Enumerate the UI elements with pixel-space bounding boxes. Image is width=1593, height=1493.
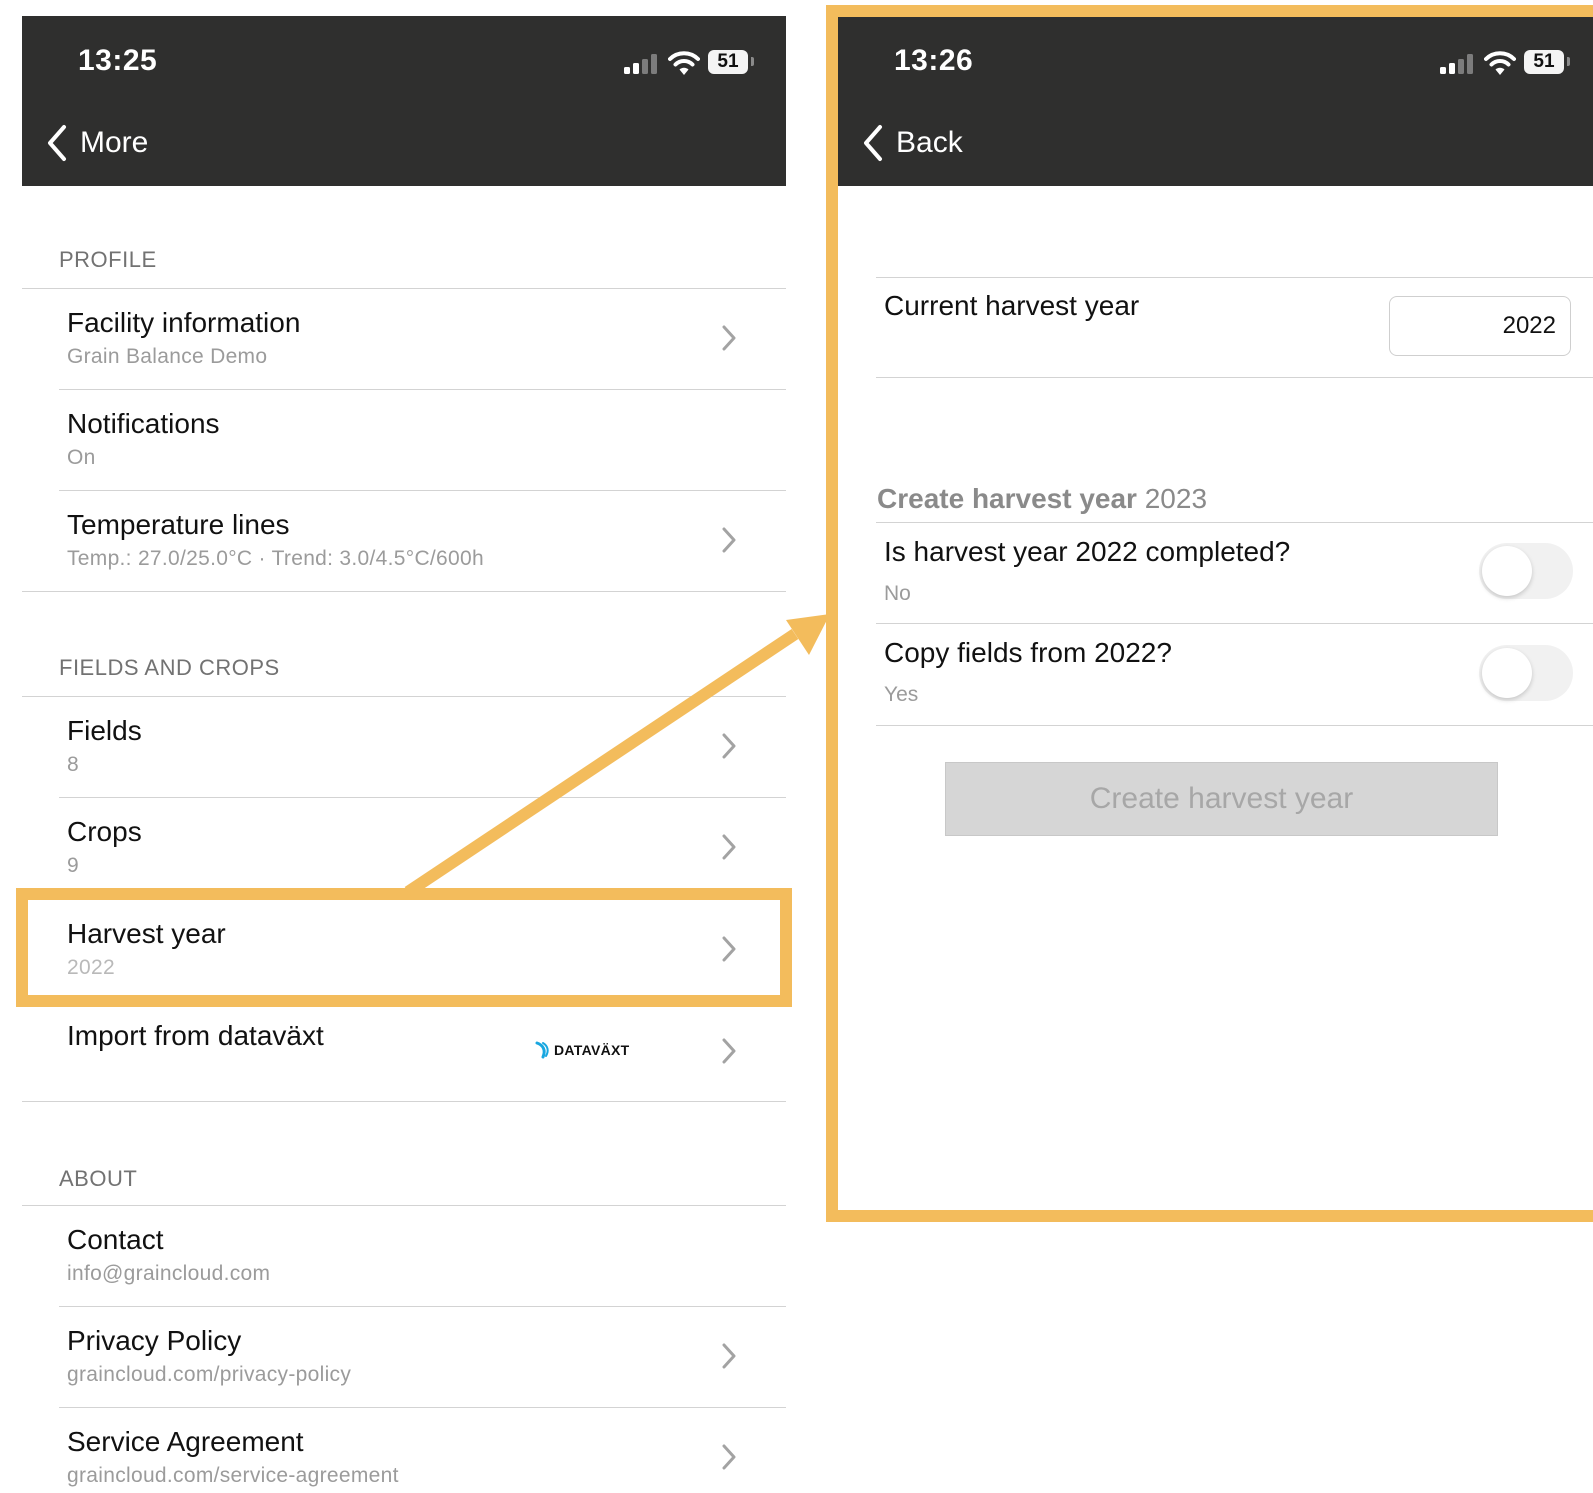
highlight-harvest-year: [16, 888, 792, 1007]
status-icons: 51: [624, 48, 756, 78]
row-privacy-policy[interactable]: Privacy Policy graincloud.com/privacy-po…: [22, 1307, 785, 1407]
row-title: Crops: [67, 816, 142, 847]
row-subtitle: graincloud.com/privacy-policy: [67, 1363, 352, 1386]
divider: [22, 1101, 786, 1102]
row-title: Import from dataväxt: [67, 1020, 324, 1051]
row-title: Facility information: [67, 307, 301, 338]
section-header-fields-and-crops: FIELDS AND CROPS: [59, 655, 280, 680]
divider: [22, 591, 786, 592]
chevron-right-icon: [722, 1343, 736, 1369]
section-header-profile: PROFILE: [59, 247, 157, 272]
row-import-datavaxt[interactable]: Import from dataväxt DATAVÄXT: [22, 1002, 785, 1102]
row-service-agreement[interactable]: Service Agreement graincloud.com/service…: [22, 1408, 785, 1493]
row-title: Service Agreement: [67, 1426, 304, 1457]
back-button[interactable]: More: [46, 121, 148, 165]
battery-cap: [751, 57, 754, 66]
chevron-left-icon: [48, 125, 66, 161]
row-contact[interactable]: Contact info@graincloud.com: [22, 1206, 785, 1306]
status-time: 13:25: [78, 44, 158, 77]
row-subtitle: graincloud.com/service-agreement: [67, 1464, 399, 1487]
row-subtitle: Grain Balance Demo: [67, 345, 268, 368]
row-title: Fields: [67, 715, 142, 746]
chevron-right-icon: [722, 325, 736, 351]
row-title: Contact: [67, 1224, 164, 1255]
highlight-arrow: [404, 614, 830, 897]
datavaxt-logo-text: DATAVÄXT: [554, 1042, 630, 1058]
signal-icon: [624, 54, 660, 74]
row-subtitle: On: [67, 446, 96, 469]
row-title: Notifications: [67, 408, 220, 439]
row-title: Temperature lines: [67, 509, 290, 540]
section-header-about: ABOUT: [59, 1166, 138, 1191]
row-subtitle: Temp.: 27.0/25.0°C · Trend: 3.0/4.5°C/60…: [67, 547, 484, 570]
row-subtitle: info@graincloud.com: [67, 1262, 271, 1285]
row-subtitle: 8: [67, 753, 79, 776]
datavaxt-logo: DATAVÄXT: [534, 1040, 630, 1060]
left-header: 13:25 51 More: [22, 16, 786, 186]
row-facility-information[interactable]: Facility information Grain Balance Demo: [22, 289, 785, 389]
datavaxt-logo-mark: [535, 1041, 549, 1059]
chevron-right-icon: [722, 1444, 736, 1470]
battery-icon: 51: [708, 50, 748, 74]
back-label: More: [80, 126, 149, 159]
highlight-right-screen: [826, 5, 1593, 1222]
row-temperature-lines[interactable]: Temperature lines Temp.: 27.0/25.0°C · T…: [22, 491, 785, 591]
row-subtitle: 9: [67, 854, 79, 877]
chevron-right-icon: [722, 527, 736, 553]
chevron-right-icon: [722, 1038, 736, 1064]
row-notifications[interactable]: Notifications On: [22, 390, 785, 490]
row-title: Privacy Policy: [67, 1325, 242, 1356]
wifi-icon: [668, 51, 700, 75]
